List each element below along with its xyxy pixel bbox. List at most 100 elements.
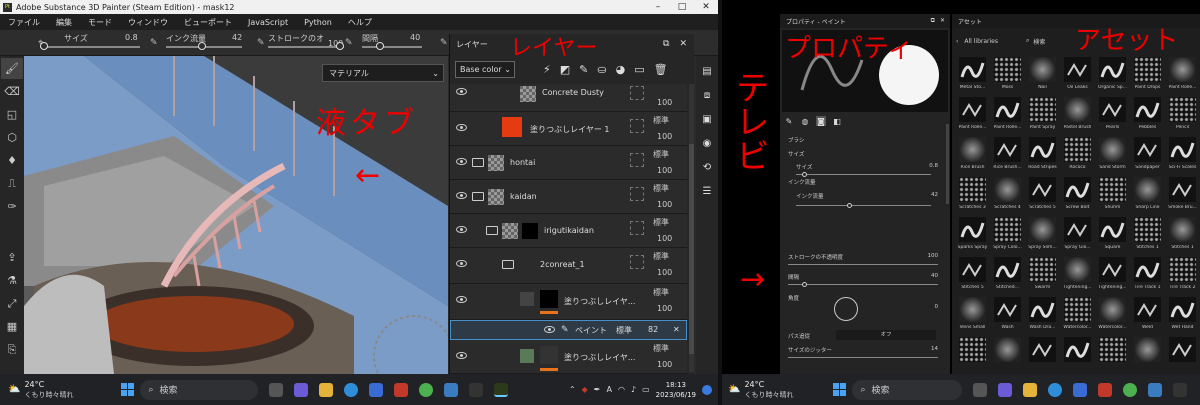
close-icon[interactable]: ✕ [679,39,687,49]
asset-tile[interactable]: Stitches 1 [1131,214,1164,254]
store-icon[interactable] [369,382,384,397]
undock-icon[interactable]: ⧉ [663,39,669,49]
photos-icon[interactable] [444,382,459,397]
layer-folder-row[interactable]: kaidan 標準 100 [450,180,687,214]
clone-icon[interactable]: ⎍ [1,173,23,194]
asset-tile[interactable]: Shuhm [1096,174,1129,214]
transform-icon[interactable]: ⤢ [1,293,23,314]
windows-start-icon[interactable] [121,383,135,396]
menu-edit[interactable]: 編集 [48,17,80,28]
weather-widget[interactable]: 24°C くもり時々晴れ [24,380,73,400]
menu-help[interactable]: ヘルプ [340,17,380,28]
asset-tile[interactable]: Weld [1131,294,1164,334]
asset-tile[interactable]: Spray Colo... [991,214,1024,254]
asset-tile[interactable]: Swarm [1026,254,1059,294]
visibility-eye-icon[interactable] [456,260,467,267]
asset-tile[interactable]: Veins Small [956,294,989,334]
stroke-opacity-slider[interactable] [268,46,344,48]
eraser-icon[interactable]: ⌫ [1,81,23,102]
asset-tile[interactable]: Moss [991,54,1024,94]
teams-icon[interactable] [998,382,1013,397]
asset-tile[interactable]: Pearls [1096,94,1129,134]
asset-tile[interactable]: Sharp Line [1131,174,1164,214]
asset-tile[interactable]: Paint Rolle... [956,94,989,134]
asset-tile[interactable]: Tire Track 1 [1131,254,1164,294]
mcafee-icon[interactable] [1098,382,1113,397]
minimize-icon[interactable]: – [646,2,670,12]
asset-tile[interactable]: Wash Dra... [1026,294,1059,334]
weather-widget[interactable]: 24°C くもり時々晴れ [744,380,793,400]
follow-path-select[interactable]: オフ [836,330,936,340]
display-settings-icon[interactable]: ◉ [698,134,716,152]
render-icon[interactable]: ⎘ [1,339,23,360]
asset-tile[interactable] [1166,334,1199,374]
add-fill-layer-icon[interactable]: ⛀ [597,63,606,76]
spacing-slider-knob[interactable] [802,282,807,287]
paint-effect-row[interactable]: ✎ ペイント 標準 82 ✕ [450,320,687,340]
pen-pressure-icon[interactable]: ✎ [440,38,448,48]
edge-icon[interactable] [1048,382,1063,397]
paint-brush-icon[interactable]: 🖌 [1,58,23,79]
asset-tile[interactable]: Wash [991,294,1024,334]
file-explorer-icon[interactable] [1023,382,1038,397]
flow-value[interactable]: 42 [232,33,242,42]
visibility-eye-icon[interactable] [456,88,467,95]
asset-tile[interactable]: Tightening... [1061,254,1094,294]
angle-value[interactable]: 0 [935,304,939,310]
material-tab-icon[interactable]: ◍ [800,116,810,126]
layer-blend-mode[interactable]: 標準 [653,149,669,160]
asset-tile[interactable]: Screw Bolt [1061,174,1094,214]
asset-tile[interactable]: Spray Slim... [1026,214,1059,254]
pen-pressure-icon[interactable]: ✎ [257,38,265,48]
channel-select[interactable]: Base color ⌄ [455,60,515,78]
asset-tile[interactable] [956,334,989,374]
asset-tile[interactable] [991,334,1024,374]
notification-icon[interactable] [702,384,712,395]
spacing-slider[interactable] [362,46,422,48]
flow-slider-knob[interactable] [198,42,206,50]
undock-icon[interactable]: ⧉ [931,17,935,25]
spacing-slider[interactable] [788,284,938,285]
menu-mode[interactable]: モード [80,17,120,28]
pen-icon[interactable]: ✒ [594,385,601,394]
history-icon[interactable]: ⟲ [698,158,716,176]
asset-tile[interactable] [1026,334,1059,374]
texture-set-icon[interactable]: ⧈ [698,86,716,104]
asset-tile[interactable]: Spray Glo... [1061,214,1094,254]
asset-tile[interactable]: Smoke Bru... [1166,174,1199,214]
steam-icon[interactable] [469,382,484,397]
flow-slider[interactable] [796,205,931,206]
asset-tile[interactable]: Sparks Spray [956,214,989,254]
stencil-tab-icon[interactable]: ◙ [816,116,826,126]
asset-tile[interactable]: Stitched... [991,254,1024,294]
spacing-value[interactable]: 40 [410,33,420,42]
asset-tile[interactable]: Paint Rolle... [1166,54,1199,94]
clock[interactable]: 18:13 2023/06/19 [656,380,696,400]
projection-icon[interactable]: ◱ [1,104,23,125]
layer-row[interactable]: 塗りつぶしレイヤ... 標準 100 [450,340,687,374]
asset-tile[interactable] [1061,334,1094,374]
asset-tile[interactable]: Paint Rolle... [991,94,1024,134]
asset-tile[interactable]: Wet Hand [1166,294,1199,334]
layer-blend-mode[interactable]: 標準 [653,287,669,298]
flow-slider-knob[interactable] [847,203,852,208]
mcafee-icon[interactable] [394,382,409,397]
layer-opacity[interactable]: 100 [657,98,672,107]
asset-tile[interactable]: Oil Leaks [1061,54,1094,94]
visibility-eye-icon[interactable] [456,158,467,165]
layer-scrollbar[interactable] [689,84,694,372]
asset-tile[interactable]: Rice Brush [956,134,989,174]
steam-icon[interactable] [1173,382,1188,397]
file-explorer-icon[interactable] [319,382,334,397]
chevron-up-icon[interactable]: ⌃ [569,385,576,394]
layers-icon[interactable]: ▤ [698,62,716,80]
angle-dial[interactable] [834,297,858,321]
asset-tile[interactable]: Stitches 1 [1166,214,1199,254]
asset-tile[interactable] [1096,334,1129,374]
layer-opacity[interactable]: 100 [657,234,672,243]
visibility-eye-icon[interactable] [456,296,467,303]
battery-icon[interactable]: ▭ [642,385,650,394]
properties-scrollbar[interactable] [946,124,949,204]
menu-window[interactable]: ウィンドウ [120,17,176,28]
log-icon[interactable]: ☰ [698,182,716,200]
